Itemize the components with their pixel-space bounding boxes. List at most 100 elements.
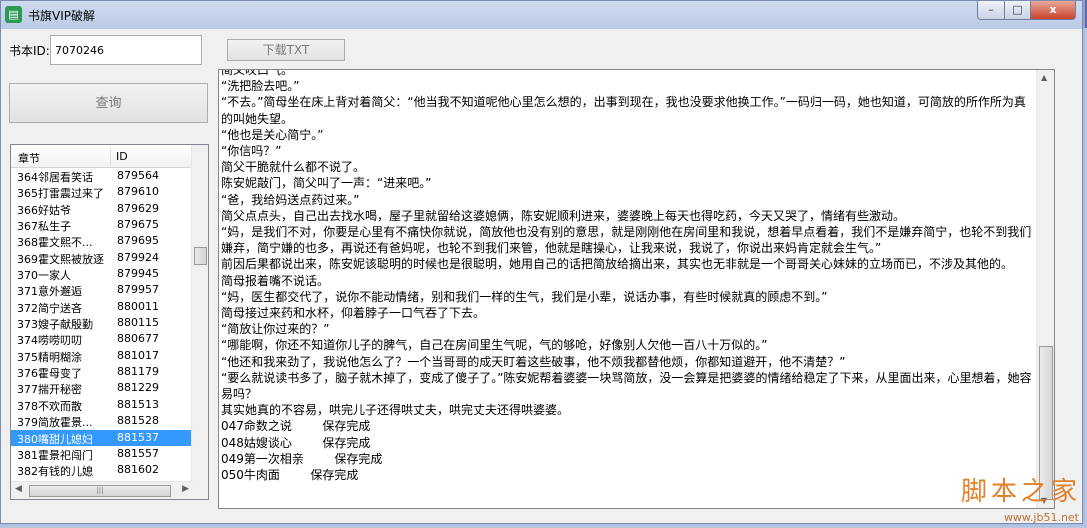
column-header-id[interactable]: ID — [116, 150, 128, 163]
scroll-thumb[interactable] — [194, 247, 207, 265]
content-line: 简父点点头，自己出去找水喝，屋子里就留给这婆媳俩，陈安妮顺利进来，婆婆晚上每天也… — [221, 208, 906, 223]
query-button[interactable]: 查询 — [9, 83, 208, 123]
table-row[interactable]: 365打雷震过来了 879610 — [11, 184, 193, 200]
table-row[interactable]: 372简宁送吝 880011 — [11, 299, 193, 315]
table-row[interactable]: 375精明糊涂 881017 — [11, 348, 193, 364]
chapter-title-cell: 381霍景祀闯门 — [17, 448, 93, 462]
chapter-title-cell: 370一家人 — [17, 269, 71, 283]
table-row[interactable]: 366好姑爷 879629 — [11, 201, 193, 217]
chapter-title-cell: 374唠唠叨叨 — [17, 334, 82, 348]
watermark-logo: 脚本之家 — [960, 477, 1081, 507]
chapter-id-cell: 881229 — [117, 381, 159, 395]
chapter-title-cell: 379简放霍景... — [17, 416, 93, 430]
chapter-title-cell: 364邻居看笑话 — [17, 171, 93, 184]
table-row[interactable]: 368霍文熙不... 879695 — [11, 233, 193, 249]
table-row[interactable]: 376霍母变了 881179 — [11, 364, 193, 380]
scroll-right-icon[interactable]: ▶ — [182, 484, 189, 494]
table-row[interactable]: 371意外邂逅 879957 — [11, 282, 193, 298]
chapter-rows: 364邻居看笑话 879564 365打雷震过来了 879610 366好姑爷 87962… — [11, 168, 193, 495]
chapter-list-horizontal-scrollbar[interactable]: ◀ ||| ▶ — [11, 481, 193, 499]
table-row[interactable]: 380嘴甜儿媳妇 881537 — [11, 429, 193, 446]
scrollbar-corner — [192, 482, 208, 499]
table-row[interactable]: 370一家人 879945 — [11, 266, 193, 282]
chapter-id-cell: 879675 — [117, 218, 159, 232]
content-line: “妈，医生都交代了，说你不能动情绪，别和我们一样的生气，我们是小辈，说话办事，有… — [221, 289, 828, 304]
chapter-title-cell: 372简宁送吝 — [17, 301, 82, 315]
window-controls: – □ x — [977, 1, 1076, 20]
table-row[interactable]: 377揣开秘密 881229 — [11, 380, 193, 396]
chapter-title-cell: 369霍文熙被放逐 — [17, 252, 104, 266]
content-line: “他也是关心简宁。” — [221, 127, 324, 142]
chapter-id-cell: 879695 — [117, 234, 159, 248]
chapter-content-text: 简父叹口气。 “洗把脸去吧。” “不去。”简母坐在床上背对着简父：“他当我不知道呢他… — [221, 69, 1036, 483]
chapter-title-cell: 373嫂子献殷勤 — [17, 318, 93, 332]
chapter-id-cell: 879629 — [117, 201, 159, 215]
window-title: 书旗VIP破解 — [28, 9, 95, 23]
close-button[interactable]: x — [1031, 1, 1076, 20]
table-row[interactable]: 367私生子 879675 — [11, 217, 193, 233]
table-row[interactable]: 381霍景祀闯门 881557 — [11, 446, 193, 462]
chapter-id-cell: 881602 — [117, 463, 159, 477]
table-row[interactable]: 374唠唠叨叨 880677 — [11, 331, 193, 347]
chapter-id-cell: 881528 — [117, 414, 159, 428]
content-line: 其实她真的不容易，哄完儿子还得哄丈夫，哄完丈夫还得哄婆婆。 — [221, 403, 570, 418]
chapter-list-header: 章节 ID — [11, 145, 193, 168]
chapter-id-cell: 879945 — [117, 267, 159, 281]
content-line: “简放让你过来的？” — [221, 322, 330, 337]
chapter-id-cell: 879924 — [117, 250, 159, 264]
chapter-id-cell: 881179 — [117, 365, 159, 379]
chapter-title-cell: 365打雷震过来了 — [17, 187, 104, 201]
content-line: 简父叹口气。 — [221, 69, 294, 77]
scroll-thumb[interactable]: ||| — [29, 485, 171, 497]
download-txt-button[interactable]: 下载TXT — [227, 39, 345, 61]
chapter-id-cell: 879957 — [117, 283, 159, 297]
content-line: “爸，我给妈送点药过来。” — [221, 192, 360, 207]
title-bar[interactable]: ▤ 书旗VIP破解 – □ x — [1, 1, 1082, 29]
minimize-button[interactable]: – — [977, 1, 1005, 20]
column-divider[interactable] — [110, 147, 111, 165]
content-line: 048姑嫂谈心 保存完成 — [221, 435, 371, 450]
table-row[interactable]: 379简放霍景... 881528 — [11, 413, 193, 429]
watermark-url: www.jb51.net — [1003, 511, 1079, 524]
chapter-title-cell: 366好姑爷 — [17, 203, 71, 217]
chapter-title-cell: 368霍文熙不... — [17, 236, 93, 250]
chapter-title-cell: 375精明糊涂 — [17, 350, 82, 364]
chapter-id-cell: 881557 — [117, 446, 159, 460]
chapter-list-vertical-scrollbar[interactable] — [191, 145, 208, 482]
chapter-list[interactable]: 章节 ID 364邻居看笑话 879564 365打雷震过来了 879610 366好姑… — [10, 144, 209, 500]
chapter-id-cell: 879564 — [117, 169, 159, 182]
chapter-title-cell: 377揣开秘密 — [17, 383, 82, 397]
table-row[interactable]: 373嫂子献殷勤 880115 — [11, 315, 193, 331]
chapter-id-cell: 881017 — [117, 348, 159, 362]
scroll-left-icon[interactable]: ◀ — [15, 484, 22, 494]
chapter-id-cell: 880677 — [117, 332, 159, 346]
book-id-input[interactable] — [50, 35, 202, 65]
table-row[interactable]: 378不欢而散 881513 — [11, 397, 193, 413]
content-line: “他还和我来劲了，我说他怎么了？一个当哥哥的成天盯着这些破事，他不烦我都替他烦，… — [221, 354, 846, 369]
chapter-id-cell: 880115 — [117, 316, 159, 330]
chapter-title-cell: 378不欢而散 — [17, 399, 82, 413]
app-icon: ▤ — [5, 6, 22, 23]
content-line: “不去。”简母坐在床上背对着简父：“他当我不知道呢他心里怎么想的，出事到现在，我… — [221, 95, 1026, 126]
chapter-title-cell: 367私生子 — [17, 220, 71, 234]
column-header-chapter[interactable]: 章节 — [18, 150, 40, 166]
content-line: “你信吗？” — [221, 144, 282, 159]
content-line: 049第一次相亲 保存完成 — [221, 451, 383, 466]
content-line: 前因后果都说出来，陈安妮该聪明的时候也是很聪明，她用自己的话把简放给摘出来，其实… — [221, 257, 1014, 272]
content-line: “要么就说读书多了，脑子就木掉了，变成了傻子了。”陈安妮帮着婆婆一块骂简放，没一… — [221, 370, 1032, 402]
chapter-title-cell: 380嘴甜儿媳妇 — [17, 432, 93, 446]
table-row[interactable]: 364邻居看笑话 879564 — [11, 168, 193, 184]
chapter-id-cell: 879610 — [117, 185, 159, 199]
content-line: “哪能啊，你还不知道你儿子的脾气，自己在房间里生气呢，气的够呛，好像别人欠他一百… — [221, 338, 768, 353]
content-line: 简父干脆就什么都不说了。 — [221, 160, 366, 175]
table-row[interactable]: 369霍文熙被放逐 879924 — [11, 250, 193, 266]
content-line: 陈安妮敲门，简父叫了一声：“进来吧。” — [221, 176, 432, 191]
chapter-title-cell: 382有钱的儿媳 — [17, 465, 93, 479]
scroll-up-icon[interactable]: ▲ — [1041, 73, 1047, 82]
chapter-content-textarea[interactable]: 简父叹口气。 “洗把脸去吧。” “不去。”简母坐在床上背对着简父：“他当我不知道呢他… — [218, 69, 1055, 509]
table-row[interactable]: 382有钱的儿媳 881602 — [11, 462, 193, 478]
content-line: “妈，是我们不对，你要是心里有不痛快你就说，简放他也没有别的意思，就是刚刚他在房… — [221, 225, 1032, 256]
content-vertical-scrollbar[interactable]: ▲ ▼ — [1036, 70, 1054, 508]
content-line: 050牛肉面 保存完成 — [221, 468, 359, 483]
maximize-button[interactable]: □ — [1005, 1, 1031, 20]
